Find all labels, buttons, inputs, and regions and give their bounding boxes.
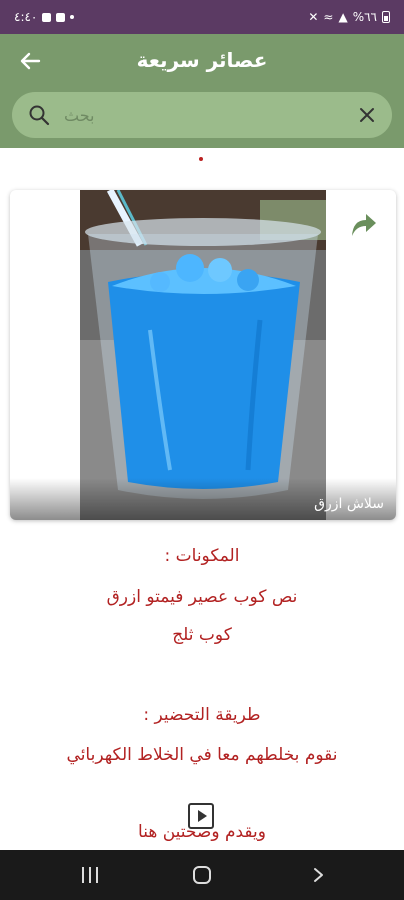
signal-icon: ▲ <box>338 10 348 24</box>
arrow-left-icon <box>20 52 41 70</box>
share-arrow-icon[interactable] <box>350 212 378 238</box>
method-text: نقوم بخلطهم معا في الخلاط الكهربائي <box>66 745 338 765</box>
home-icon[interactable] <box>193 866 211 884</box>
status-icons-right: ✕ ≈ ▲ %٦٦ <box>308 10 390 24</box>
battery-percent: %٦٦ <box>352 10 377 24</box>
system-nav-bar <box>0 850 404 900</box>
mute-icon: ✕ <box>308 10 319 24</box>
ingredient-item: نص كوب عصير فيمتو ازرق <box>106 587 298 607</box>
recipe-card[interactable]: سلاش ازرق <box>10 190 396 520</box>
status-bar: ٤:٤٠ ✕ ≈ ▲ %٦٦ <box>0 0 404 34</box>
notification-dot-icon <box>70 15 75 19</box>
search-icon[interactable] <box>28 104 50 126</box>
status-time: ٤:٤٠ <box>14 10 38 24</box>
app-bar: عصائر سريعة <box>0 34 404 148</box>
chevron-right-icon[interactable] <box>310 867 326 883</box>
ingredients-heading: المكونات : <box>164 546 240 566</box>
page-title: عصائر سريعة <box>136 48 268 72</box>
blue-slush-photo <box>80 190 326 520</box>
back-arrow-icon[interactable] <box>16 50 44 74</box>
search-input[interactable] <box>64 102 340 128</box>
search-bar[interactable] <box>12 92 392 138</box>
play-video-icon[interactable] <box>188 803 214 829</box>
page-indicator-dot <box>199 157 203 161</box>
card-caption: سلاش ازرق <box>314 496 384 512</box>
battery-icon <box>382 11 390 23</box>
ingredient-item: كوب ثلج <box>172 625 232 645</box>
recent-apps-icon[interactable] <box>82 867 100 883</box>
wifi-icon: ≈ <box>323 10 334 24</box>
notification-photo-icon <box>42 12 52 22</box>
close-icon[interactable] <box>356 104 378 126</box>
method-heading: طريقة التحضير : <box>143 705 261 725</box>
notification-facebook-icon <box>56 12 66 22</box>
status-icons-left: ٤:٤٠ <box>14 10 75 24</box>
